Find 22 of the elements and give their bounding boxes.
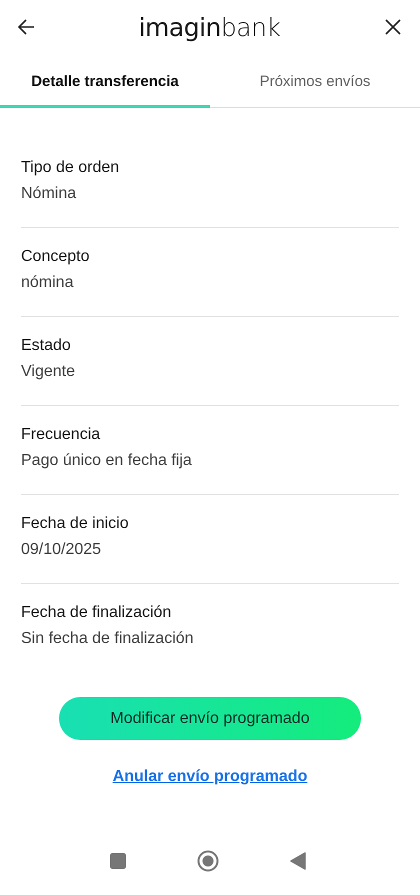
detail-value: Pago único en fecha fija [21, 452, 193, 470]
detail-label: Frecuencia [21, 426, 102, 444]
logo: imaginbank [138, 12, 280, 42]
modify-button[interactable]: Modificar envío programado [59, 697, 361, 740]
back-arrow-icon[interactable] [16, 17, 36, 37]
detail-label: Concepto [21, 248, 90, 266]
detail-value: Vigente [21, 363, 76, 381]
recents-icon[interactable] [110, 853, 126, 869]
home-icon[interactable] [197, 850, 219, 872]
back-icon[interactable] [290, 852, 306, 870]
detail-label: Estado [21, 337, 72, 355]
cancel-link[interactable]: Anular envío programado [112, 768, 308, 786]
tab[interactable]: Próximos envíos [210, 58, 420, 108]
detail-value: 09/10/2025 [21, 541, 102, 559]
detail-value: Nómina [21, 185, 78, 203]
tab[interactable]: Detalle transferencia [0, 58, 210, 108]
detail-label: Fecha de inicio [21, 515, 130, 533]
detail-value: Sin fecha de finalización [21, 630, 195, 648]
close-icon[interactable] [382, 17, 403, 37]
detail-label: Tipo de orden [21, 159, 120, 177]
detail-label: Fecha de finalización [21, 604, 172, 622]
detail-value: nómina [21, 274, 74, 292]
